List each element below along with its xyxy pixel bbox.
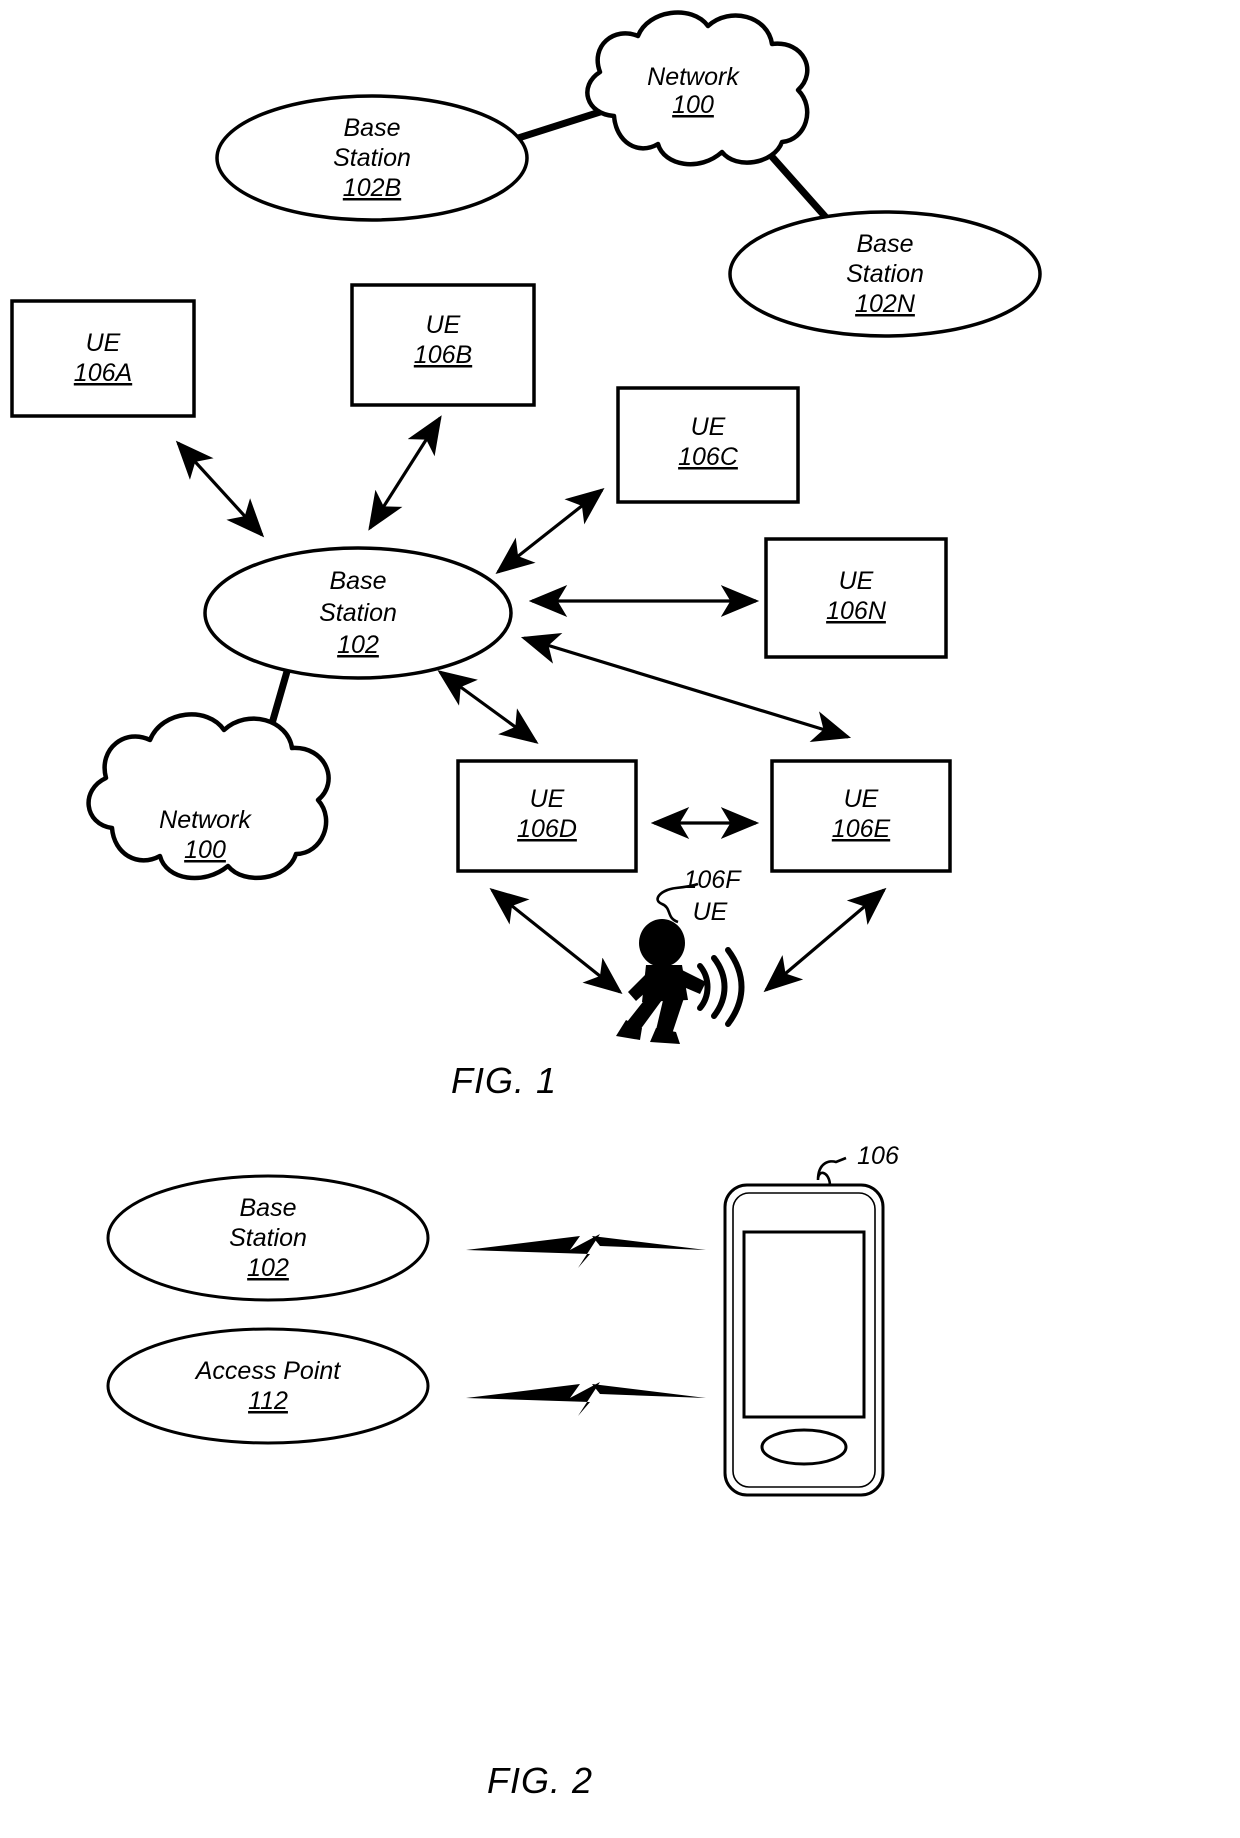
network-100-bottom-title: Network xyxy=(159,806,252,834)
node-network-100-bottom: Network 100 xyxy=(86,712,331,881)
node-base-station-102n: Base Station 102N xyxy=(728,210,1042,338)
access-point-112-ref: 112 xyxy=(248,1387,288,1415)
base-station-102n-title-line1: Base xyxy=(857,230,914,258)
base-station-102-title-line2: Station xyxy=(319,599,397,627)
connector-bs102b-network100 xyxy=(508,108,604,144)
network-100-top-title: Network xyxy=(647,63,740,91)
base-station-102b-ref: 102B xyxy=(343,174,401,202)
signal-wave-2-icon xyxy=(711,955,728,1019)
ue-106b-ref: 106B xyxy=(414,341,472,369)
ue-106n-ref: 106N xyxy=(826,597,887,625)
base-station-102-title-line1: Base xyxy=(330,567,387,595)
node-ue-106d: UE 106D xyxy=(456,759,638,873)
node-ue-106n: UE 106N xyxy=(764,537,948,659)
arrow-ue106e-ue106f xyxy=(763,887,887,993)
phone-home-button[interactable] xyxy=(760,1428,848,1466)
base-station-102n-ref: 102N xyxy=(855,290,916,318)
arrow-bs102-ue106d xyxy=(437,670,539,744)
access-point-112-title: Access Point xyxy=(194,1357,342,1385)
ue-106c-ref: 106C xyxy=(678,443,739,471)
arrow-bs102-ue106b xyxy=(368,415,442,531)
ue-106f-ref: 106F xyxy=(684,866,743,894)
node-base-station-102b: Base Station 102B xyxy=(215,94,529,222)
base-station-102-fig2-title-line1: Base xyxy=(240,1194,297,1222)
network-100-bottom-ref: 100 xyxy=(184,836,226,864)
signal-wave-3-icon xyxy=(725,947,745,1027)
node-ue-106b: UE 106B xyxy=(350,283,536,407)
ue-106d-title: UE xyxy=(530,785,565,813)
node-ue-106c: UE 106C xyxy=(616,386,800,504)
base-station-102-fig2-ref: 102 xyxy=(247,1254,289,1282)
patent-figure-sheet: Network 100 Base Station 102B Base Stati… xyxy=(0,0,1240,1838)
arrow-bs102-ue106c xyxy=(495,488,605,574)
node-ue-106e: UE 106E xyxy=(770,759,952,873)
base-station-102-fig2-title-line2: Station xyxy=(229,1224,307,1252)
ue-106b-title: UE xyxy=(426,311,461,339)
ue-106a-ref: 106A xyxy=(74,359,132,387)
ue-106f-title: UE xyxy=(693,898,728,926)
node-access-point-112: Access Point 112 xyxy=(106,1327,430,1445)
base-station-102b-title-line2: Station xyxy=(333,144,411,172)
rf-link-bolt-top-icon xyxy=(466,1234,706,1268)
leader-line-device-106 xyxy=(816,1156,847,1187)
base-station-102-ref: 102 xyxy=(337,631,379,659)
device-106-ref: 106 xyxy=(857,1142,899,1170)
phone-screen xyxy=(742,1230,866,1419)
network-100-top-ref: 100 xyxy=(672,91,714,119)
base-station-102b-title-line1: Base xyxy=(344,114,401,142)
ue-106e-title: UE xyxy=(844,785,879,813)
ue-106c-title: UE xyxy=(691,413,726,441)
base-station-102n-title-line2: Station xyxy=(846,260,924,288)
ue-106e-ref: 106E xyxy=(832,815,891,843)
fig2-caption: FIG. 2 xyxy=(487,1760,593,1801)
node-device-106: 106 xyxy=(723,1142,899,1497)
node-ue-106a: UE 106A xyxy=(10,299,196,418)
connector-network100-bs102n xyxy=(762,146,834,226)
fig1-caption: FIG. 1 xyxy=(451,1060,557,1101)
node-base-station-102-fig2: Base Station 102 xyxy=(106,1174,430,1302)
ue-106d-ref: 106D xyxy=(517,815,577,843)
node-base-station-102: Base Station 102 xyxy=(203,546,513,680)
node-network-100-top: Network 100 xyxy=(585,10,810,167)
ue-106n-title: UE xyxy=(839,567,874,595)
node-ue-106f-person: 106F UE xyxy=(616,866,745,1044)
ue-106a-title: UE xyxy=(86,329,121,357)
figure-canvas: Network 100 Base Station 102B Base Stati… xyxy=(10,10,1042,1801)
rf-link-bolt-bottom-icon xyxy=(466,1382,706,1416)
arrow-bs102-ue106a xyxy=(175,440,265,538)
arrow-ue106d-ue106f xyxy=(489,888,623,994)
